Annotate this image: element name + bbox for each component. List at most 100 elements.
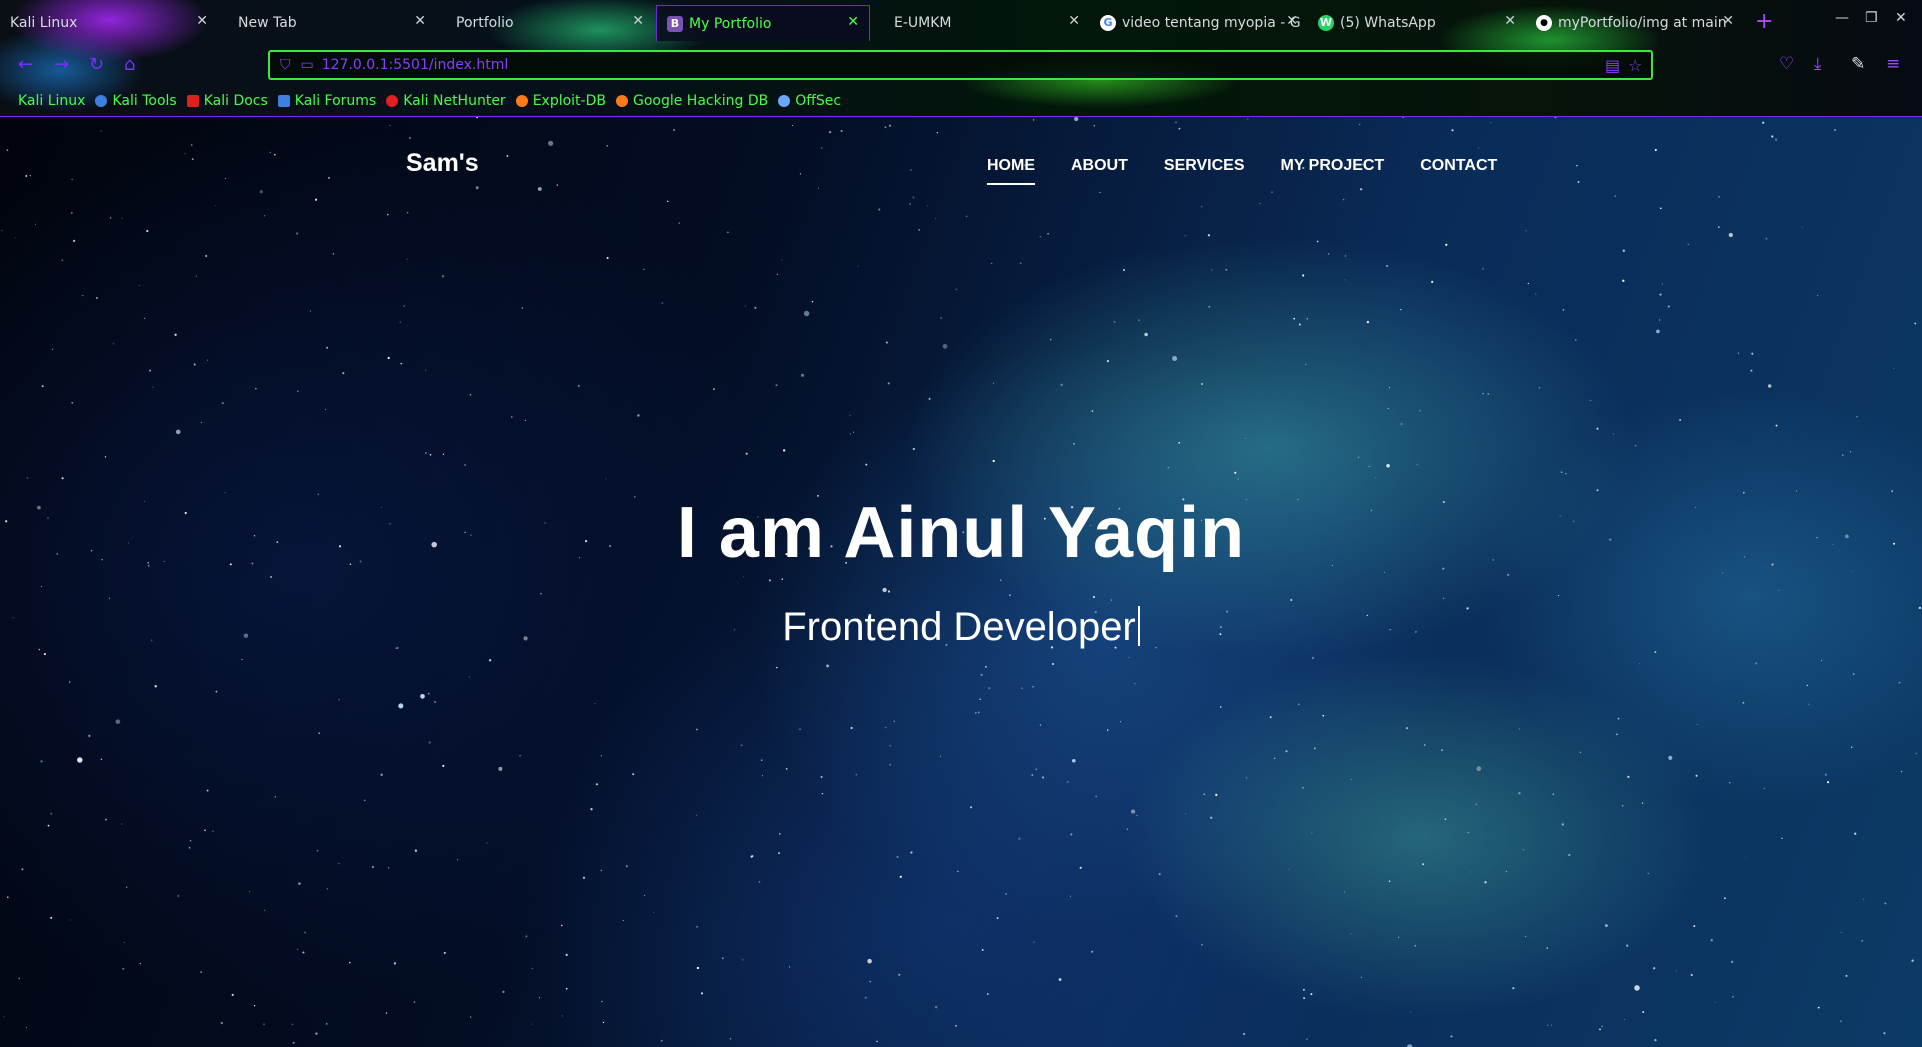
bookmark-kali-linux[interactable]: Kali Linux [14,93,85,109]
home-icon[interactable]: ⌂ [124,54,135,75]
tab-my-portfolio[interactable]: B My Portfolio ✕ [656,5,870,41]
star [1522,849,1524,851]
download-icon[interactable]: ⤓ [1814,54,1822,74]
star [434,701,436,703]
star [1400,423,1403,425]
pocket-icon[interactable]: ♡ [1779,54,1794,74]
browser-chrome: Kali Linux ✕ New Tab ✕ Portfolio ✕ B My … [0,0,1922,117]
star [521,307,524,309]
star [1690,973,1693,977]
star [1527,282,1529,285]
star [1883,1032,1886,1035]
star [1207,234,1211,237]
url-bar[interactable]: ⛉ ▭ 127.0.0.1:5501/index.html ▤ ☆ [268,50,1653,80]
star [73,239,76,242]
star [115,719,121,725]
nav-home[interactable]: HOME [987,157,1035,185]
back-arrow-icon[interactable]: ← [18,54,33,75]
star [220,1021,223,1025]
nav-toolbar: ← → ↻ ⌂ ⛉ ▭ 127.0.0.1:5501/index.html ▤ … [0,48,1922,84]
bookmark-google-hacking-db[interactable]: Google Hacking DB [615,93,768,109]
forward-arrow-icon[interactable]: → [54,54,69,75]
star [122,967,125,970]
nav-contact[interactable]: CONTACT [1420,157,1497,175]
star [602,1021,605,1024]
bookmark-kali-docs[interactable]: Kali Docs [186,93,268,109]
close-icon[interactable]: ✕ [1504,13,1516,29]
tab-portfolio[interactable]: Portfolio ✕ [436,5,654,41]
bookmark-offsec[interactable]: OffSec [778,93,841,109]
star [781,259,783,261]
star [986,993,989,995]
reload-icon[interactable]: ↻ [89,54,104,75]
bookmark-exploit-db[interactable]: Exploit-DB [515,93,606,109]
star [779,833,781,835]
url-text[interactable]: 127.0.0.1:5501/index.html [322,57,509,73]
site-logo[interactable]: Sam's [406,149,479,178]
pen-icon[interactable]: ✎ [1851,54,1865,74]
star [1718,226,1720,228]
exploit-db-icon [515,95,528,107]
star [488,659,492,662]
close-icon[interactable]: ✕ [1722,13,1734,29]
star [1616,733,1618,736]
menu-hamburger-icon[interactable]: ≡ [1886,54,1900,74]
tab-e-umkm[interactable]: E-UMKM ✕ [872,5,1090,41]
restore-icon[interactable]: ❐ [1865,10,1878,26]
close-icon[interactable]: ✕ [1068,13,1080,29]
minimize-icon[interactable]: — [1835,10,1849,26]
star [970,806,973,809]
star [742,959,744,961]
reader-view-icon[interactable]: ▤ [1605,56,1620,75]
star [1821,660,1822,662]
star [212,830,214,833]
star [498,766,503,771]
new-tab-plus-icon[interactable]: + [1755,9,1773,34]
star [457,859,459,861]
star [154,685,157,688]
nav-about[interactable]: ABOUT [1071,157,1128,175]
tab-kali-linux[interactable]: Kali Linux ✕ [0,5,218,41]
star [1731,960,1734,963]
star [643,268,645,271]
star [696,728,698,731]
close-icon[interactable]: ✕ [847,14,859,30]
star [231,993,234,997]
bookmark-kali-nethunter[interactable]: Kali NetHunter [386,93,506,109]
tab-video-myopia[interactable]: G video tentang myopia - G ✕ [1090,5,1308,41]
close-icon[interactable]: ✕ [632,13,644,29]
close-icon[interactable]: ✕ [1286,13,1298,29]
star [50,916,53,919]
star [1138,319,1140,321]
star [1561,823,1564,826]
bookmark-kali-tools[interactable]: Kali Tools [95,93,177,109]
kali-docs-icon [186,95,199,107]
nav-my-project[interactable]: MY PROJECT [1281,157,1385,175]
tab-github[interactable]: ● myPortfolio/img at main ✕ [1526,5,1744,41]
star [1861,939,1864,942]
nav-services[interactable]: SERVICES [1164,157,1245,175]
star [1302,786,1304,789]
star [342,372,345,375]
tab-new-tab[interactable]: New Tab ✕ [218,5,436,41]
star [899,875,902,878]
close-icon[interactable]: ✕ [414,13,426,29]
star [1131,809,1136,814]
star [1397,936,1400,939]
ghdb-icon [615,95,628,107]
star [531,1023,533,1025]
star [981,948,984,951]
star [1445,243,1448,246]
tab-whatsapp[interactable]: W (5) WhatsApp ✕ [1308,5,1526,41]
close-window-icon[interactable]: ✕ [1895,10,1907,26]
star [249,891,251,892]
star [309,310,311,312]
star [126,886,128,888]
star [1285,750,1288,753]
bookmark-kali-forums[interactable]: Kali Forums [277,93,376,109]
close-icon[interactable]: ✕ [196,13,208,29]
star [1442,597,1445,600]
shield-icon[interactable]: ⛉ [280,57,291,73]
bookmark-star-icon[interactable]: ☆ [1628,56,1642,75]
star [200,422,202,423]
